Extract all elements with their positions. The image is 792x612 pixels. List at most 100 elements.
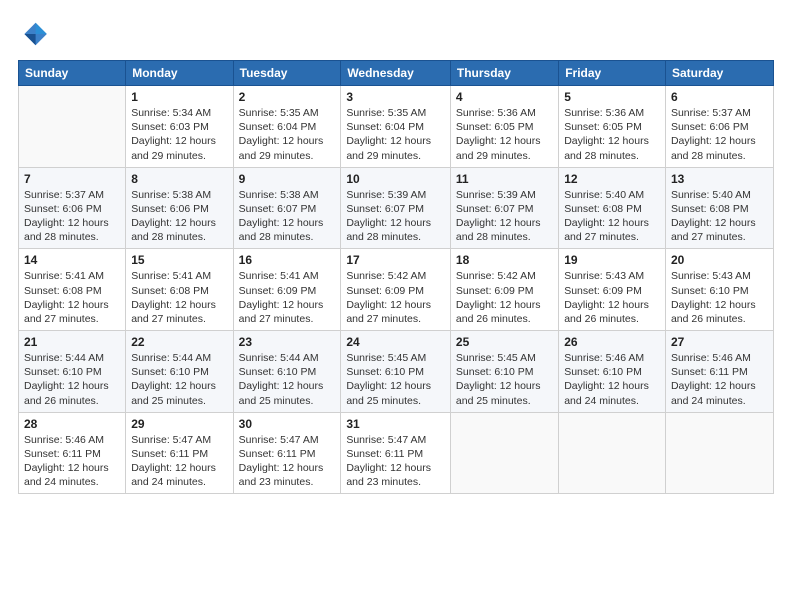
day-info: Sunrise: 5:40 AM Sunset: 6:08 PM Dayligh… [564, 188, 660, 245]
day-number: 19 [564, 253, 660, 267]
day-number: 31 [346, 417, 445, 431]
day-info: Sunrise: 5:43 AM Sunset: 6:09 PM Dayligh… [564, 269, 660, 326]
day-number: 5 [564, 90, 660, 104]
calendar-cell: 25 Sunrise: 5:45 AM Sunset: 6:10 PM Dayli… [450, 331, 558, 413]
day-info: Sunrise: 5:39 AM Sunset: 6:07 PM Dayligh… [346, 188, 445, 245]
day-number: 4 [456, 90, 553, 104]
calendar-cell: 3Sunrise: 5:35 AM Sunset: 6:04 PM Daylig… [341, 86, 451, 168]
col-header-tuesday: Tuesday [233, 61, 341, 86]
week-row: 28 Sunrise: 5:46 AM Sunset: 6:11 PM Dayli… [19, 412, 774, 494]
day-number: 6 [671, 90, 768, 104]
week-row: 7Sunrise: 5:37 AM Sunset: 6:06 PM Daylig… [19, 167, 774, 249]
calendar-cell: 7Sunrise: 5:37 AM Sunset: 6:06 PM Daylig… [19, 167, 126, 249]
calendar-cell: 15 Sunrise: 5:41 AM Sunset: 6:08 PM Dayli… [126, 249, 233, 331]
day-info: Sunrise: 5:46 AM Sunset: 6:11 PM Dayligh… [24, 433, 120, 490]
calendar: SundayMondayTuesdayWednesdayThursdayFrid… [18, 60, 774, 494]
day-info: Sunrise: 5:46 AM Sunset: 6:10 PM Dayligh… [564, 351, 660, 408]
col-header-wednesday: Wednesday [341, 61, 451, 86]
day-info: Sunrise: 5:47 AM Sunset: 6:11 PM Dayligh… [131, 433, 227, 490]
calendar-cell: 11 Sunrise: 5:39 AM Sunset: 6:07 PM Dayli… [450, 167, 558, 249]
day-info: Sunrise: 5:37 AM Sunset: 6:06 PM Dayligh… [24, 188, 120, 245]
day-info: Sunrise: 5:41 AM Sunset: 6:08 PM Dayligh… [131, 269, 227, 326]
calendar-cell: 4Sunrise: 5:36 AM Sunset: 6:05 PM Daylig… [450, 86, 558, 168]
col-header-thursday: Thursday [450, 61, 558, 86]
day-number: 26 [564, 335, 660, 349]
calendar-cell: 10 Sunrise: 5:39 AM Sunset: 6:07 PM Dayli… [341, 167, 451, 249]
calendar-body: 1Sunrise: 5:34 AM Sunset: 6:03 PM Daylig… [19, 86, 774, 494]
calendar-header: SundayMondayTuesdayWednesdayThursdayFrid… [19, 61, 774, 86]
day-info: Sunrise: 5:41 AM Sunset: 6:08 PM Dayligh… [24, 269, 120, 326]
week-row: 1Sunrise: 5:34 AM Sunset: 6:03 PM Daylig… [19, 86, 774, 168]
day-number: 20 [671, 253, 768, 267]
logo [18, 18, 54, 50]
calendar-cell: 30 Sunrise: 5:47 AM Sunset: 6:11 PM Dayli… [233, 412, 341, 494]
calendar-cell: 22Sunrise: 5:44 AM Sunset: 6:10 PM Dayli… [126, 331, 233, 413]
col-header-sunday: Sunday [19, 61, 126, 86]
calendar-cell: 13 Sunrise: 5:40 AM Sunset: 6:08 PM Dayli… [665, 167, 773, 249]
day-number: 11 [456, 172, 553, 186]
day-info: Sunrise: 5:41 AM Sunset: 6:09 PM Dayligh… [239, 269, 336, 326]
day-info: Sunrise: 5:45 AM Sunset: 6:10 PM Dayligh… [456, 351, 553, 408]
calendar-cell: 18 Sunrise: 5:42 AM Sunset: 6:09 PM Dayli… [450, 249, 558, 331]
day-number: 29 [131, 417, 227, 431]
day-info: Sunrise: 5:35 AM Sunset: 6:04 PM Dayligh… [239, 106, 336, 163]
day-info: Sunrise: 5:38 AM Sunset: 6:07 PM Dayligh… [239, 188, 336, 245]
day-info: Sunrise: 5:42 AM Sunset: 6:09 PM Dayligh… [456, 269, 553, 326]
day-info: Sunrise: 5:44 AM Sunset: 6:10 PM Dayligh… [239, 351, 336, 408]
day-number: 10 [346, 172, 445, 186]
calendar-cell: 6 Sunrise: 5:37 AM Sunset: 6:06 PM Daylig… [665, 86, 773, 168]
header-row: SundayMondayTuesdayWednesdayThursdayFrid… [19, 61, 774, 86]
calendar-cell: 2 Sunrise: 5:35 AM Sunset: 6:04 PM Daylig… [233, 86, 341, 168]
day-number: 8 [131, 172, 227, 186]
day-info: Sunrise: 5:47 AM Sunset: 6:11 PM Dayligh… [239, 433, 336, 490]
calendar-cell: 31Sunrise: 5:47 AM Sunset: 6:11 PM Dayli… [341, 412, 451, 494]
calendar-cell: 21 Sunrise: 5:44 AM Sunset: 6:10 PM Dayli… [19, 331, 126, 413]
calendar-cell: 23 Sunrise: 5:44 AM Sunset: 6:10 PM Dayli… [233, 331, 341, 413]
calendar-cell: 17Sunrise: 5:42 AM Sunset: 6:09 PM Dayli… [341, 249, 451, 331]
day-info: Sunrise: 5:42 AM Sunset: 6:09 PM Dayligh… [346, 269, 445, 326]
day-number: 25 [456, 335, 553, 349]
day-number: 30 [239, 417, 336, 431]
day-info: Sunrise: 5:45 AM Sunset: 6:10 PM Dayligh… [346, 351, 445, 408]
day-info: Sunrise: 5:34 AM Sunset: 6:03 PM Dayligh… [131, 106, 227, 163]
calendar-cell [559, 412, 666, 494]
calendar-cell: 12 Sunrise: 5:40 AM Sunset: 6:08 PM Dayli… [559, 167, 666, 249]
day-number: 12 [564, 172, 660, 186]
day-info: Sunrise: 5:44 AM Sunset: 6:10 PM Dayligh… [24, 351, 120, 408]
calendar-cell: 19 Sunrise: 5:43 AM Sunset: 6:09 PM Dayli… [559, 249, 666, 331]
day-number: 2 [239, 90, 336, 104]
day-number: 22 [131, 335, 227, 349]
calendar-cell: 20 Sunrise: 5:43 AM Sunset: 6:10 PM Dayli… [665, 249, 773, 331]
day-info: Sunrise: 5:37 AM Sunset: 6:06 PM Dayligh… [671, 106, 768, 163]
calendar-cell: 29 Sunrise: 5:47 AM Sunset: 6:11 PM Dayli… [126, 412, 233, 494]
calendar-cell: 27Sunrise: 5:46 AM Sunset: 6:11 PM Dayli… [665, 331, 773, 413]
day-number: 3 [346, 90, 445, 104]
calendar-cell: 14 Sunrise: 5:41 AM Sunset: 6:08 PM Dayli… [19, 249, 126, 331]
header [18, 18, 774, 50]
calendar-cell [450, 412, 558, 494]
day-info: Sunrise: 5:38 AM Sunset: 6:06 PM Dayligh… [131, 188, 227, 245]
calendar-cell: 28 Sunrise: 5:46 AM Sunset: 6:11 PM Dayli… [19, 412, 126, 494]
calendar-cell: 24Sunrise: 5:45 AM Sunset: 6:10 PM Dayli… [341, 331, 451, 413]
day-info: Sunrise: 5:43 AM Sunset: 6:10 PM Dayligh… [671, 269, 768, 326]
day-number: 21 [24, 335, 120, 349]
col-header-monday: Monday [126, 61, 233, 86]
day-info: Sunrise: 5:46 AM Sunset: 6:11 PM Dayligh… [671, 351, 768, 408]
page: SundayMondayTuesdayWednesdayThursdayFrid… [0, 0, 792, 612]
week-row: 14 Sunrise: 5:41 AM Sunset: 6:08 PM Dayli… [19, 249, 774, 331]
logo-icon [18, 18, 50, 50]
day-number: 13 [671, 172, 768, 186]
day-number: 28 [24, 417, 120, 431]
day-info: Sunrise: 5:39 AM Sunset: 6:07 PM Dayligh… [456, 188, 553, 245]
day-number: 18 [456, 253, 553, 267]
day-number: 23 [239, 335, 336, 349]
day-number: 15 [131, 253, 227, 267]
calendar-cell: 9 Sunrise: 5:38 AM Sunset: 6:07 PM Daylig… [233, 167, 341, 249]
calendar-cell [665, 412, 773, 494]
day-number: 14 [24, 253, 120, 267]
day-number: 16 [239, 253, 336, 267]
day-number: 9 [239, 172, 336, 186]
calendar-cell: 5Sunrise: 5:36 AM Sunset: 6:05 PM Daylig… [559, 86, 666, 168]
col-header-saturday: Saturday [665, 61, 773, 86]
day-info: Sunrise: 5:40 AM Sunset: 6:08 PM Dayligh… [671, 188, 768, 245]
